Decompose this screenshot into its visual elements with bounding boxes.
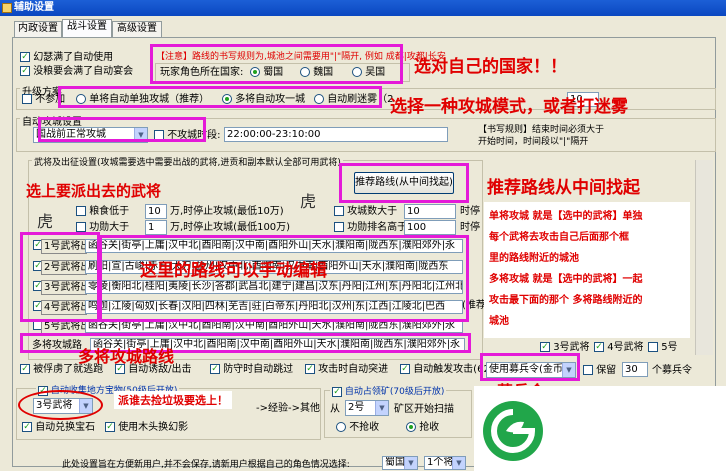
rank-option[interactable]: 功勋排名高于 — [334, 222, 407, 234]
footer-country-select[interactable]: 蜀国 ▼ — [382, 456, 418, 470]
annotation-recommend: 推荐路线从中间找起 — [487, 178, 640, 198]
food-suffix: 万,时停止攻城(最低10万) — [170, 206, 284, 217]
auto-banquet-checkbox[interactable]: ✓ — [20, 66, 30, 76]
recruit-highlight — [480, 353, 580, 381]
calligraphy-mark-left: 虎 — [37, 212, 54, 231]
junk-general-circle — [18, 390, 103, 420]
brand-logo-icon — [483, 401, 543, 461]
mine-from: 从 — [330, 404, 340, 415]
rank-input[interactable]: 100 — [404, 220, 456, 235]
annotation-mode: 选择一种攻城模式，或者打迷雾 — [390, 97, 628, 117]
upgrade-none-checkbox[interactable] — [22, 94, 32, 104]
annotation-multi: 多将攻城路线 — [78, 347, 175, 366]
chevron-down-icon: ▼ — [452, 457, 465, 469]
food-checkbox[interactable] — [76, 206, 86, 216]
note-line-1: 单将攻城 就是【选中的武将】单独 — [489, 211, 643, 222]
annotation-note-box: 单将攻城 就是【选中的武将】单独 每个武将去攻击自己后面那个框 里的路线附近的城… — [484, 202, 690, 338]
note-line-4: 多将攻城 就是【选中的武将】一起 — [489, 274, 643, 285]
note-line-5: 攻击最下面的那个 多将路线附近的 — [489, 295, 643, 306]
footer-text: 此处设置旨在方便新用户,并不会保存,请新用户根据自己的角色情况选择: — [62, 460, 350, 470]
note-line-2: 每个武将去攻击自己后面那个框 — [489, 232, 629, 243]
tab-internal[interactable]: 内政设置 — [14, 21, 62, 37]
title-bar: 辅助设置 — [0, 0, 726, 16]
gen4-option[interactable]: ✓ 4号武将 — [594, 342, 644, 354]
general-group-label: 武将及出征设置(攻城需要选中需要出战的武将,进贡和副本默认全部可用武将) — [32, 155, 343, 168]
food-option[interactable]: 粮食低于 — [76, 206, 129, 218]
app-icon — [2, 3, 12, 13]
note-line-6: 城池 — [489, 316, 509, 327]
auto-use-checkbox[interactable]: ✓ — [20, 52, 30, 62]
no-attack-time-input[interactable]: 22:00:00-23:10:00 — [224, 127, 448, 142]
gem-option[interactable]: ✓ 自动兑换宝石 — [22, 422, 95, 434]
keep-suffix: 个募兵令 — [652, 365, 692, 376]
note-line-3: 里的路线附近的城池 — [489, 253, 579, 264]
annotation-country: 选对自己的国家！！ — [414, 57, 567, 77]
radio-grab[interactable] — [406, 422, 416, 432]
annotation-routes: 这里的路线可以手动编辑 — [140, 261, 327, 281]
mine-number-select[interactable]: 2号 ▼ — [345, 400, 389, 416]
auto-use-option[interactable]: ✓ 幻瑟满了自动使用 — [20, 52, 113, 64]
prevent-option[interactable]: ✓ 防守时自动跳过 — [210, 364, 293, 376]
rank-suffix: 时停 — [460, 222, 480, 233]
auto-banquet-label: 没粮要会满了自动宴会 — [33, 66, 134, 77]
merit-input[interactable]: 1 — [145, 220, 167, 235]
chevron-down-icon: ▼ — [404, 457, 417, 469]
city-count-suffix: 时停 — [460, 206, 480, 217]
city-count-checkbox[interactable] — [334, 206, 344, 216]
settings-window: 辅助设置 内政设置 战斗设置 高级设置 ✓ 幻瑟满了自动使用 ✓ 没粮要会满了自… — [0, 0, 726, 471]
keep-input[interactable]: 30 — [622, 362, 648, 377]
recommend-highlight — [339, 163, 469, 203]
mode-highlight — [58, 86, 382, 108]
auto-banquet-option[interactable]: ✓ 没粮要会满了自动宴会 — [20, 66, 133, 78]
mine-group-label: ✓ 自动占领矿(70级后开放) — [330, 384, 447, 397]
junk-path: ->经验->其他 — [256, 403, 320, 414]
radio-no-grab[interactable] — [336, 422, 346, 432]
calligraphy-mark-right: 虎 — [300, 192, 317, 211]
tab-battle[interactable]: 战斗设置 — [62, 19, 112, 38]
food-input[interactable]: 10 — [145, 204, 167, 219]
list-scrollbar[interactable] — [695, 160, 713, 355]
chevron-down-icon: ▼ — [375, 401, 388, 415]
city-count-input[interactable]: 10 — [404, 204, 456, 219]
advance-option[interactable]: ✓ 攻击时自动突进 — [305, 364, 388, 376]
country-highlight — [150, 44, 403, 84]
grab-option[interactable]: 抢收 — [406, 422, 439, 434]
auto-use-label: 幻瑟满了自动使用 — [33, 52, 114, 63]
no-grab-option[interactable]: 不抢收 — [336, 422, 379, 434]
keep-option[interactable]: 保留 — [583, 365, 616, 377]
gen5-option[interactable]: 5号 — [648, 342, 678, 354]
axe-option[interactable]: ✓ 使用木头换幻影 — [105, 422, 188, 434]
city-count-option[interactable]: 攻城数大于 — [334, 206, 397, 218]
merit-checkbox[interactable] — [76, 222, 86, 232]
merit-suffix: 万,时停止攻城(最低100万) — [170, 222, 291, 233]
rule-line-2: 开始时间，时间段以"|"隔开 — [478, 137, 589, 147]
rule-line-1: 【书写规则】结束时间必须大于 — [478, 125, 605, 135]
mine-suffix: 矿区开始扫描 — [394, 404, 454, 415]
footer-general-select[interactable]: 1个将 ▼ — [424, 456, 466, 470]
attack-mode-highlight — [38, 117, 206, 142]
tab-advanced[interactable]: 高级设置 — [112, 21, 162, 37]
general-checks-highlight — [20, 232, 100, 322]
rank-checkbox[interactable] — [334, 222, 344, 232]
annotation-junk: 派谁去捡垃圾要选上！ — [114, 391, 232, 409]
annotation-pick: 选上要派出去的武将 — [26, 182, 162, 200]
